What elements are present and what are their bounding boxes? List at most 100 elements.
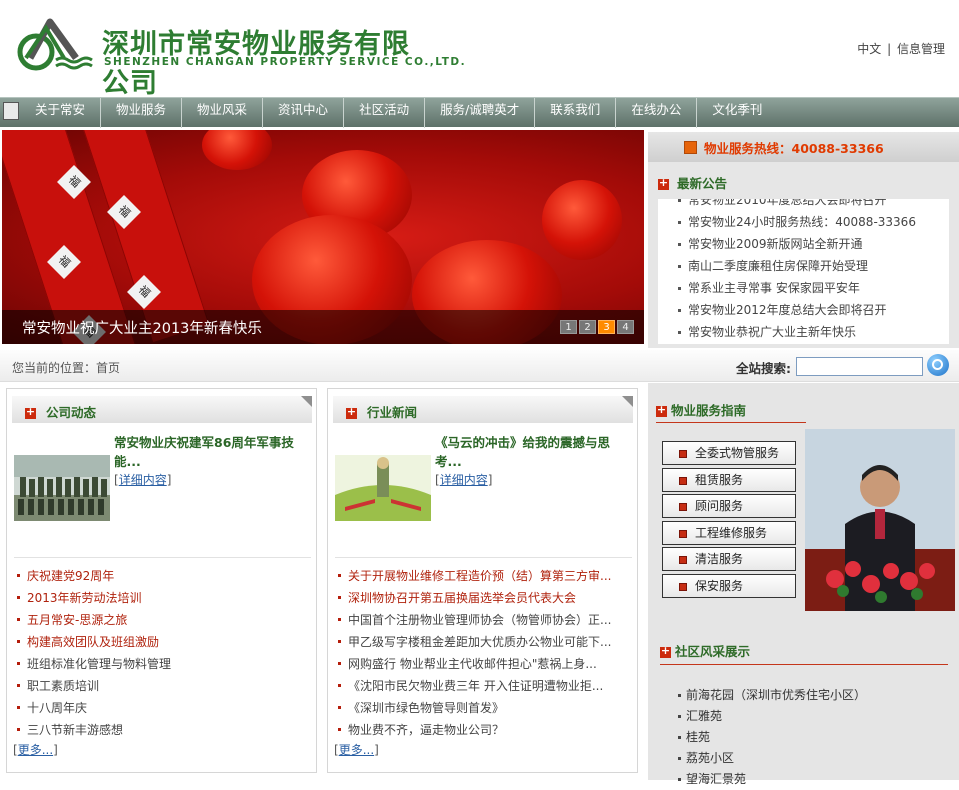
lang-link[interactable]: 中文 xyxy=(857,42,881,56)
community-item[interactable]: 荔苑小区 xyxy=(678,748,866,769)
search-icon[interactable] xyxy=(927,354,949,376)
nav-home-icon[interactable] xyxy=(3,102,19,120)
notice-item[interactable]: 常安物业2009新版网站全新开通 xyxy=(658,233,916,255)
community-list: 前海花园（深圳市优秀住宅小区） 汇雅苑 桂苑 荔苑小区 望海汇景苑 xyxy=(678,685,866,790)
industry-more-link[interactable]: 更多... xyxy=(339,743,374,757)
nav-item-contact[interactable]: 联系我们 xyxy=(535,98,617,128)
plus-icon xyxy=(25,405,36,419)
banner-slideshow[interactable]: 福 福 福 福 福 常安物业祝广大业主2013年新春快乐 1 2 3 4 xyxy=(2,130,644,344)
nav-item-property-service[interactable]: 物业服务 xyxy=(101,98,183,128)
company-news-item[interactable]: 构建高效团队及班组激励 xyxy=(17,631,312,653)
service-button-maintenance[interactable]: 工程维修服务 xyxy=(662,520,796,545)
notice-title: 最新公告 xyxy=(658,173,727,192)
industry-news-title-label: 行业新闻 xyxy=(367,405,418,420)
company-news-item[interactable]: 十八周年庆 xyxy=(17,697,312,719)
plus-icon xyxy=(660,644,671,658)
service-guide-title-label: 物业服务指南 xyxy=(671,403,747,418)
community-header: 社区风采展示 xyxy=(660,637,948,665)
banner-page-2[interactable]: 2 xyxy=(579,320,596,334)
nav-item-quarterly[interactable]: 文化季刊 xyxy=(697,98,777,128)
notice-scroller: 常安物业2010年度总结大会即将召开 常安物业24小时服务热线：40088-33… xyxy=(658,199,949,344)
company-news-item[interactable]: 职工素质培训 xyxy=(17,675,312,697)
industry-feature-photo[interactable] xyxy=(335,455,431,521)
industry-news-item[interactable]: 中国首个注册物业管理师协会（物管师协会）正... xyxy=(338,609,633,631)
divider xyxy=(14,557,311,558)
industry-news-item[interactable]: 关于开展物业维修工程造价预（结）算第三方审... xyxy=(338,565,633,587)
notice-item[interactable]: 常安物业2012年度总结大会即将召开 xyxy=(658,299,916,321)
company-news-box: 公司动态 常安物业庆祝建军86周年军事技能... [详细内容] 庆祝建党92周年… xyxy=(6,388,317,773)
service-button-cleaning[interactable]: 清洁服务 xyxy=(662,547,796,571)
notice-item[interactable]: 常安物业2010年度总结大会即将召开 xyxy=(658,199,916,211)
company-detail-link[interactable]: 详细内容 xyxy=(119,473,167,487)
nav-item-careers[interactable]: 服务/诚聘英才 xyxy=(425,98,536,128)
notice-title-label: 最新公告 xyxy=(677,176,728,191)
service-guide-title: 物业服务指南 xyxy=(656,400,746,419)
industry-news-item[interactable]: 深圳物协召开第五届换届选举会员代表大会 xyxy=(338,587,633,609)
company-news-item[interactable]: 三八节新丰游感想 xyxy=(17,719,312,741)
search-input[interactable] xyxy=(796,357,923,376)
phone-icon xyxy=(684,141,697,154)
banner-pager: 1 2 3 4 xyxy=(560,320,634,334)
company-news-title-label: 公司动态 xyxy=(46,405,97,420)
company-name-en: SHENZHEN CHANGAN PROPERTY SERVICE CO.,LT… xyxy=(104,56,467,68)
company-feature-photo[interactable] xyxy=(14,455,110,521)
industry-feature-title[interactable]: 《马云的冲击》给我的震撼与思考... xyxy=(435,433,633,471)
industry-detail-link[interactable]: 详细内容 xyxy=(440,473,488,487)
banner-page-4[interactable]: 4 xyxy=(617,320,634,334)
notice-item[interactable]: 常安物业恭祝广大业主新年快乐 xyxy=(658,321,916,343)
industry-news-item[interactable]: 甲乙级写字楼租金差距加大优质办公物业可能下... xyxy=(338,631,633,653)
company-news-header: 公司动态 xyxy=(12,396,312,423)
main-nav: 关于常安 物业服务 物业风采 资讯中心 社区活动 服务/诚聘英才 联系我们 在线… xyxy=(0,97,959,128)
company-news-item[interactable]: 班组标准化管理与物料管理 xyxy=(17,653,312,675)
speaker-photo xyxy=(805,429,955,611)
nav-item-community[interactable]: 社区活动 xyxy=(344,98,426,128)
banner-page-3[interactable]: 3 xyxy=(598,320,615,334)
company-news-item[interactable]: 五月常安-思源之旅 xyxy=(17,609,312,631)
service-button-consulting[interactable]: 顾问服务 xyxy=(662,494,796,518)
notice-item[interactable]: 南山二季度廉租住房保障开始受理 xyxy=(658,255,916,277)
service-button-lease[interactable]: 租赁服务 xyxy=(662,467,796,492)
company-more-link[interactable]: 更多... xyxy=(18,743,53,757)
nav-items: 关于常安 物业服务 物业风采 资讯中心 社区活动 服务/诚聘英才 联系我们 在线… xyxy=(20,98,777,128)
industry-news-header: 行业新闻 xyxy=(333,396,633,423)
notice-list: 常安物业2010年度总结大会即将召开 常安物业24小时服务热线：40088-33… xyxy=(658,199,916,343)
service-guide-header: 物业服务指南 xyxy=(656,397,806,423)
notice-item[interactable]: 常系业主寻常事 安保家园平安年 xyxy=(658,277,916,299)
banner-caption: 常安物业祝广大业主2013年新春快乐 xyxy=(22,321,262,337)
industry-news-item[interactable]: 《深圳市绿色物管导则首发》 xyxy=(338,697,633,719)
industry-news-item[interactable]: 网购盛行 物业帮业主代收邮件担心"惹祸上身... xyxy=(338,653,633,675)
admin-link[interactable]: 信息管理 xyxy=(897,42,945,56)
hotline-bar: 物业服务热线：40088-33366 xyxy=(648,132,959,162)
industry-news-title: 行业新闻 xyxy=(346,402,417,421)
company-logo[interactable]: 深圳市常安物业服务有限公司 SHENZHEN CHANGAN PROPERTY … xyxy=(12,14,465,99)
breadcrumb: 您当前的位置：首页 xyxy=(12,361,121,375)
plus-icon xyxy=(656,403,667,417)
nav-item-news-center[interactable]: 资讯中心 xyxy=(263,98,345,128)
community-item[interactable]: 汇雅苑 xyxy=(678,706,866,727)
company-news-item[interactable]: 庆祝建党92周年 xyxy=(17,565,312,587)
company-feature-title[interactable]: 常安物业庆祝建军86周年军事技能... xyxy=(114,433,312,471)
banner-lantern xyxy=(202,130,272,170)
nav-item-about[interactable]: 关于常安 xyxy=(20,98,102,128)
industry-news-list: 关于开展物业维修工程造价预（结）算第三方审... 深圳物协召开第五届换届选举会员… xyxy=(338,565,633,741)
top-links: 中文 | 信息管理 xyxy=(857,40,945,57)
search-label: 全站搜索: xyxy=(736,361,791,376)
service-button-security[interactable]: 保安服务 xyxy=(662,573,796,598)
industry-news-item[interactable]: 《沈阳市民欠物业费三年 开入住证明遭物业拒... xyxy=(338,675,633,697)
top-link-separator: | xyxy=(887,42,892,56)
nav-item-online-office[interactable]: 在线办公 xyxy=(616,98,698,128)
industry-news-item[interactable]: 物业费不齐，逼走物业公司？ xyxy=(338,719,633,741)
community-item[interactable]: 桂苑 xyxy=(678,727,866,748)
notice-item[interactable]: 常安物业24小时服务热线：40088-33366 xyxy=(658,211,916,233)
banner-lantern xyxy=(542,180,622,260)
banner-caption-bar: 常安物业祝广大业主2013年新春快乐 1 2 3 4 xyxy=(2,310,644,344)
banner-page-1[interactable]: 1 xyxy=(560,320,577,334)
company-news-item[interactable]: 2013年新劳动法培训 xyxy=(17,587,312,609)
company-news-title: 公司动态 xyxy=(25,402,96,421)
nav-item-style[interactable]: 物业风采 xyxy=(182,98,264,128)
site-header: 深圳市常安物业服务有限公司 SHENZHEN CHANGAN PROPERTY … xyxy=(0,0,959,99)
community-item[interactable]: 前海花园（深圳市优秀住宅小区） xyxy=(678,685,866,706)
service-list: 全委式物管服务 租赁服务 顾问服务 工程维修服务 清洁服务 保安服务 xyxy=(662,441,796,600)
service-button-full[interactable]: 全委式物管服务 xyxy=(662,441,796,465)
location-bar: 您当前的位置：首页 全站搜索: xyxy=(0,350,959,382)
